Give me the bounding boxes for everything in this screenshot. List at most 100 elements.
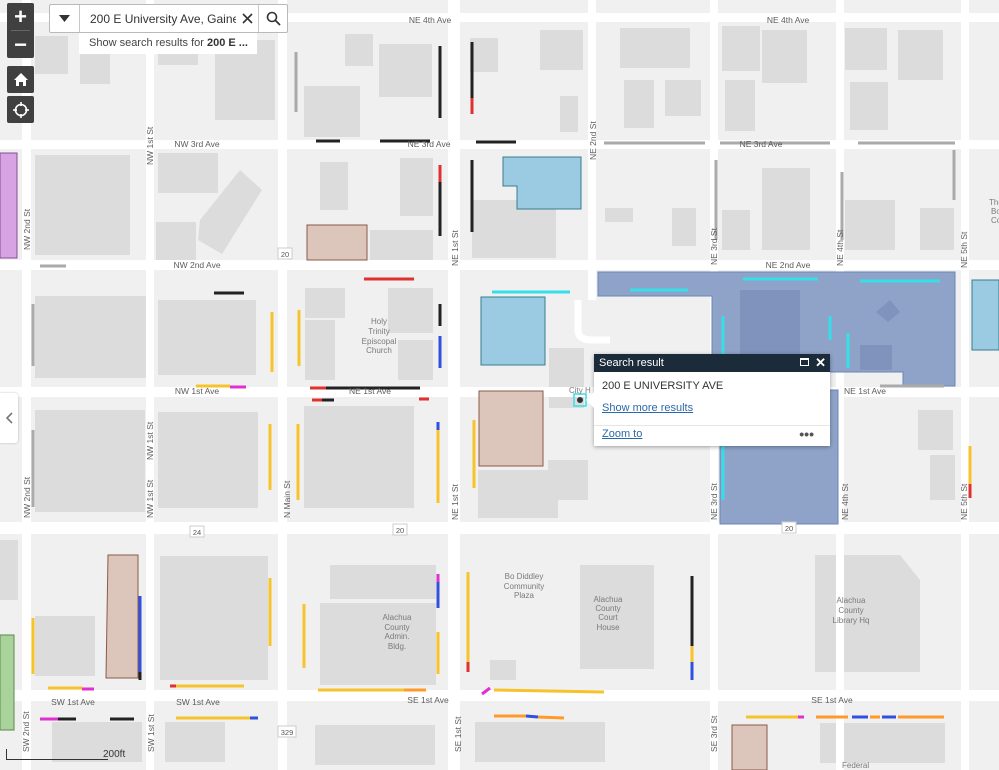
- street-label: SE 1st St: [453, 716, 463, 752]
- brown-parcel-2[interactable]: [478, 390, 544, 467]
- street-label: NE 5th St: [959, 483, 969, 520]
- locate-icon: [12, 101, 29, 118]
- svg-text:Alachua: Alachua: [837, 596, 866, 605]
- street-label: NW 1st Ave: [175, 386, 220, 396]
- street-label: NE 3rd St: [709, 228, 719, 265]
- scale-bar-label: 200ft: [103, 749, 126, 760]
- search-source-dropdown[interactable]: [50, 5, 80, 32]
- search-button[interactable]: [258, 5, 287, 32]
- svg-text:Church: Church: [366, 346, 392, 355]
- svg-text:20: 20: [785, 524, 793, 533]
- svg-text:Library Hq: Library Hq: [833, 616, 870, 625]
- route-shield: 24: [189, 525, 205, 538]
- street-label: NE 4th St: [835, 229, 845, 266]
- search-result-popup: Search result ✕ 200 E UNIVERSITY AVE Sho…: [586, 354, 830, 446]
- svg-text:Bo Diddley: Bo Diddley: [505, 572, 544, 581]
- street-label: NE 4th Ave: [409, 15, 452, 25]
- green-parcel[interactable]: [0, 634, 15, 731]
- blue-parcel-2[interactable]: [480, 296, 546, 366]
- svg-text:Community: Community: [504, 582, 544, 591]
- street-label: NE 1st Ave: [844, 386, 886, 396]
- street-label: SW 1st Ave: [51, 697, 95, 707]
- brown-parcel-3[interactable]: [105, 554, 139, 679]
- panel-collapse-button[interactable]: [0, 393, 18, 443]
- street-label: NE 3rd Ave: [740, 139, 783, 149]
- scale-bar: 200ft: [6, 749, 126, 763]
- street-label: NE 2nd St: [588, 121, 598, 160]
- street-label: NE 2nd Ave: [766, 260, 811, 270]
- maximize-icon[interactable]: [800, 358, 809, 366]
- street-label: NE 3rd Ave: [408, 139, 451, 149]
- zoom-to-link[interactable]: Zoom to: [602, 428, 642, 440]
- street-label: SW 2nd St: [21, 711, 31, 752]
- svg-text:20: 20: [281, 250, 289, 259]
- search-box: 200 E University Ave, Gainesville: [49, 4, 288, 33]
- street-label: NW 3rd Ave: [174, 139, 219, 149]
- brown-parcel-4[interactable]: [731, 724, 768, 770]
- poi-the-bo: The Bo Co: [989, 198, 999, 225]
- search-result-dot[interactable]: [577, 397, 583, 403]
- svg-text:Co: Co: [991, 216, 999, 225]
- map-canvas[interactable]: NE 4th Ave NE 4th Ave NW 3rd Ave NE 3rd …: [0, 0, 999, 770]
- street-label: NE 4th Ave: [767, 15, 810, 25]
- search-suggestion[interactable]: Show search results for 200 E ...: [79, 33, 257, 54]
- route-shield: 20: [277, 247, 293, 260]
- svg-text:County: County: [838, 606, 863, 615]
- street-label: SW 1st St: [146, 714, 156, 752]
- route-shield: 329: [277, 725, 297, 738]
- popup-pointer: [586, 392, 594, 408]
- svg-text:Bldg.: Bldg.: [388, 642, 406, 651]
- svg-text:Bo: Bo: [991, 207, 999, 216]
- popup-footer: Zoom to •••: [594, 425, 830, 446]
- svg-text:Court: Court: [598, 613, 618, 622]
- scale-bar-line: [6, 749, 108, 760]
- svg-text:Holy: Holy: [371, 317, 387, 326]
- svg-text:329: 329: [281, 728, 294, 737]
- show-more-results-link[interactable]: Show more results: [594, 392, 830, 414]
- svg-text:Alachua: Alachua: [383, 613, 412, 622]
- street-label: NW 1st St: [145, 421, 155, 460]
- clear-search-button[interactable]: [236, 5, 258, 32]
- street-label: NW 2nd St: [22, 476, 32, 518]
- street-label: NE 1st Ave: [349, 386, 391, 396]
- more-actions-button[interactable]: •••: [799, 426, 814, 442]
- caret-down-icon: [59, 15, 70, 22]
- svg-text:Episcopal: Episcopal: [362, 337, 397, 346]
- svg-text:Plaza: Plaza: [514, 591, 535, 600]
- street-label: NW 1st St: [145, 126, 155, 165]
- zoom-control: + −: [7, 3, 34, 58]
- svg-text:Admin.: Admin.: [385, 632, 410, 641]
- poi-federal: Federal: [842, 761, 869, 770]
- home-icon: [13, 73, 28, 86]
- route-shield: 20: [392, 523, 408, 536]
- svg-text:Alachua: Alachua: [594, 595, 623, 604]
- zoom-in-button[interactable]: +: [7, 3, 34, 30]
- close-icon: [241, 13, 253, 24]
- brown-parcel-1[interactable]: [306, 224, 368, 261]
- popup-result-title: 200 E UNIVERSITY AVE: [602, 380, 724, 392]
- search-input[interactable]: 200 E University Ave, Gainesville: [80, 12, 236, 26]
- blue-parcel-3[interactable]: [971, 279, 999, 351]
- popup-header-title: Search result: [599, 357, 664, 369]
- svg-text:House: House: [596, 623, 620, 632]
- street-label: NE 4th St: [840, 483, 850, 520]
- svg-text:Trinity: Trinity: [368, 327, 389, 336]
- street-label: NE 5th St: [959, 231, 969, 268]
- chevron-left-icon: [5, 412, 13, 424]
- locate-button[interactable]: [7, 96, 34, 123]
- street-label: SE 1st Ave: [811, 695, 853, 705]
- svg-text:24: 24: [193, 528, 201, 537]
- purple-parcel[interactable]: [0, 152, 18, 259]
- street-label: NW 2nd Ave: [173, 260, 220, 270]
- street-label: NE 3rd St: [709, 483, 719, 520]
- street-label: SW 1st Ave: [176, 697, 220, 707]
- home-button[interactable]: [7, 66, 34, 93]
- close-popup-button[interactable]: ✕: [815, 354, 826, 372]
- svg-text:County: County: [595, 604, 620, 613]
- street-label: NW 2nd St: [22, 208, 32, 250]
- search-icon: [266, 11, 281, 26]
- street-label: NW 1st St: [145, 479, 155, 518]
- zoom-out-button[interactable]: −: [7, 31, 34, 58]
- street-label: NE 1st St: [450, 483, 460, 520]
- suggestion-term: 200 E ...: [207, 37, 248, 49]
